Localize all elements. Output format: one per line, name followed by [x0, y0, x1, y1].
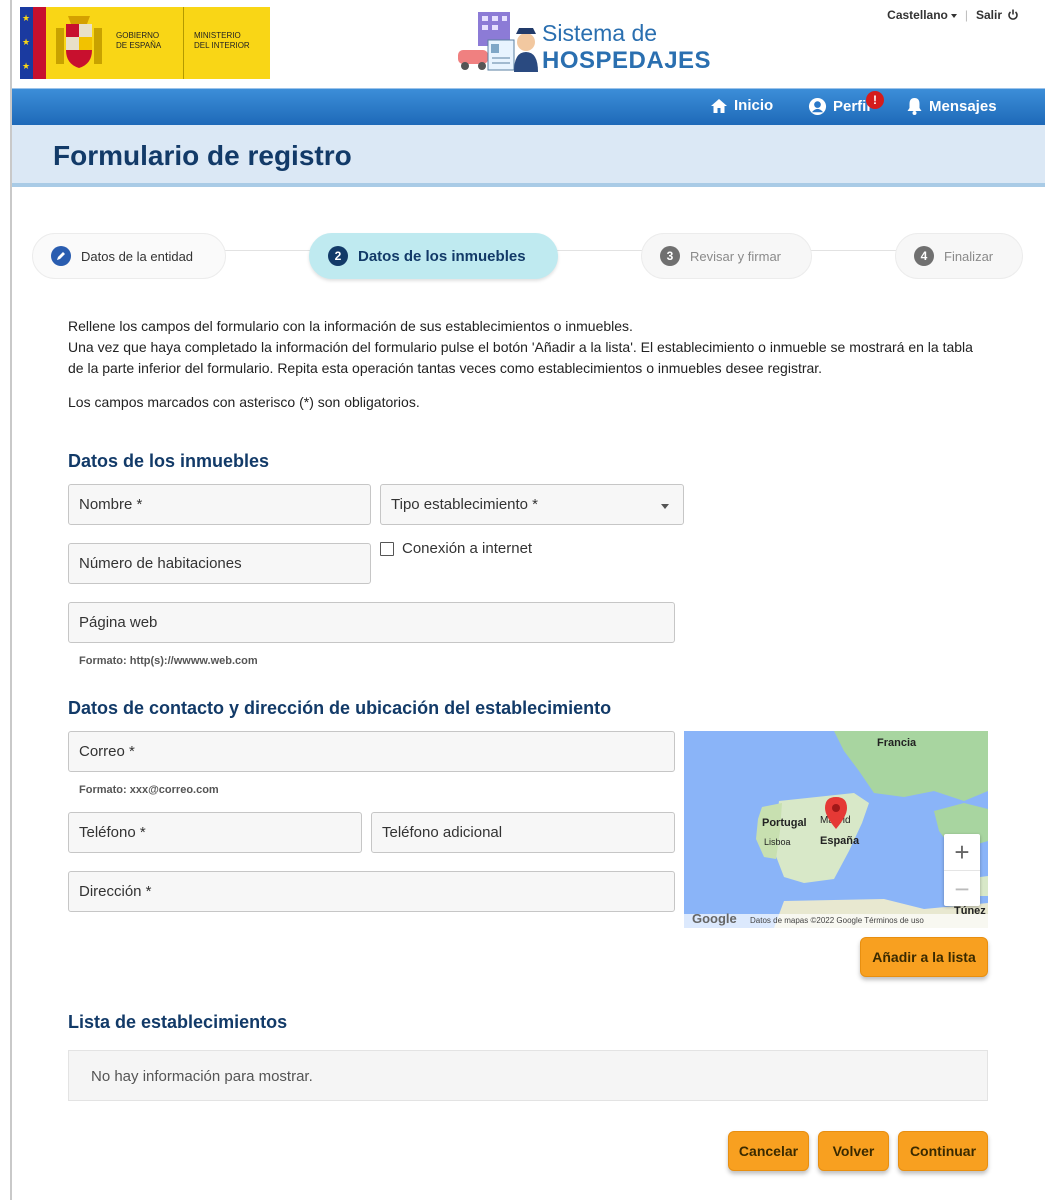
step-label: Datos de los inmuebles: [358, 247, 526, 265]
back-button[interactable]: Volver: [818, 1131, 889, 1171]
checkbox-label: Conexión a internet: [402, 540, 533, 557]
habitaciones-field[interactable]: Número de habitaciones: [68, 543, 371, 584]
map-zoom-control: + −: [944, 834, 980, 906]
power-icon: [1008, 9, 1018, 20]
step-datos-entidad[interactable]: Datos de la entidad: [32, 233, 226, 279]
section-title-inmuebles: Datos de los inmuebles: [68, 451, 270, 471]
map-label-lisboa: Lisboa: [764, 837, 791, 847]
chevron-down-icon: [661, 504, 669, 509]
step-number: 2: [328, 246, 348, 266]
required-note: Los campos marcados con asterisco (*) so…: [68, 394, 420, 410]
step-finalizar[interactable]: 4 Finalizar: [895, 233, 1023, 279]
main-nav: Inicio Perfil ! Mensajes: [12, 88, 1045, 125]
logout-link[interactable]: Salir: [976, 8, 1019, 22]
zoom-out-button[interactable]: −: [944, 870, 980, 906]
gobierno-text: GOBIERNO DE ESPAÑA: [112, 7, 184, 79]
add-to-list-button[interactable]: Añadir a la lista: [860, 937, 988, 977]
nombre-field[interactable]: Nombre *: [68, 484, 371, 525]
language-selector[interactable]: Castellano: [887, 8, 957, 22]
intro-line2: Una vez que haya completado la informaci…: [68, 339, 973, 376]
top-header: ★ ★ ★ GOBIERNO DE ESPAÑA MINISTERIO DEL …: [12, 0, 1045, 88]
nav-messages[interactable]: Mensajes: [906, 97, 997, 115]
map-land: [756, 731, 988, 928]
page-title-band: Formulario de registro: [12, 125, 1045, 187]
app-frame: ★ ★ ★ GOBIERNO DE ESPAÑA MINISTERIO DEL …: [10, 0, 1045, 1200]
zoom-in-button[interactable]: +: [944, 834, 980, 870]
pagina-web-field[interactable]: Página web: [68, 602, 675, 643]
map-label-portugal: Portugal: [762, 817, 807, 829]
map-label-francia: Francia: [877, 737, 917, 749]
coat-of-arms-icon: [46, 7, 112, 79]
step-revisar-firmar[interactable]: 3 Revisar y firmar: [641, 233, 812, 279]
step-label: Datos de la entidad: [81, 248, 194, 264]
section-title-contacto: Datos de contacto y dirección de ubicaci…: [68, 698, 612, 718]
cancel-button[interactable]: Cancelar: [728, 1131, 809, 1171]
google-logo: Google: [692, 911, 737, 926]
telefono-field[interactable]: Teléfono *: [68, 812, 362, 853]
notification-badge: !: [866, 91, 884, 109]
map-pin-icon: [825, 797, 847, 829]
step-label: Finalizar: [944, 248, 994, 264]
internet-checkbox[interactable]: Conexión a internet: [380, 540, 532, 557]
step-number: 4: [914, 246, 934, 266]
home-icon: [711, 98, 727, 113]
hospedajes-logo-icon: [458, 12, 538, 72]
top-links: Castellano | Salir: [887, 8, 1019, 22]
chevron-down-icon: [950, 13, 957, 18]
intro-text: Rellene los campos del formulario con la…: [68, 316, 988, 379]
bell-icon: [907, 98, 922, 115]
correo-field[interactable]: Correo *: [68, 731, 675, 772]
map-label-espana: España: [820, 835, 860, 847]
user-circle-icon: [808, 97, 827, 116]
ministerio-text: MINISTERIO DEL INTERIOR: [194, 31, 250, 50]
pencil-icon: [51, 246, 71, 266]
checkbox-box[interactable]: [380, 541, 394, 556]
section-title-lista: Lista de establecimientos: [68, 1012, 288, 1032]
gobierno-logo: ★ ★ ★ GOBIERNO DE ESPAÑA MINISTERIO DEL …: [20, 7, 270, 79]
brand-line1: Sistema de: [542, 20, 658, 46]
step-datos-inmuebles[interactable]: 2 Datos de los inmuebles: [309, 233, 558, 279]
direccion-field[interactable]: Dirección *: [68, 871, 675, 912]
nav-profile[interactable]: Perfil !: [808, 91, 884, 116]
establecimientos-table-empty: No hay información para mostrar.: [68, 1050, 988, 1101]
divider: |: [964, 8, 968, 22]
hospedajes-brand: Sistema de HOSPEDAJES: [450, 10, 730, 78]
correo-format-hint: Formato: xxx@correo.com: [79, 784, 219, 796]
web-format-hint: Formato: http(s)://wwww.web.com: [79, 655, 258, 667]
brand-line2: HOSPEDAJES: [542, 47, 712, 74]
telefono-adicional-field[interactable]: Teléfono adicional: [371, 812, 675, 853]
nav-home[interactable]: Inicio: [710, 97, 773, 114]
intro-line1: Rellene los campos del formulario con la…: [68, 318, 633, 334]
page-title: Formulario de registro: [53, 140, 352, 171]
location-map[interactable]: Francia Portugal Lisboa Madrid España Tú…: [684, 731, 988, 928]
step-number: 3: [660, 246, 680, 266]
continue-button[interactable]: Continuar: [898, 1131, 988, 1171]
eu-flag-icon: ★ ★ ★: [20, 7, 46, 79]
step-label: Revisar y firmar: [690, 248, 782, 264]
tipo-establecimiento-select[interactable]: Tipo establecimiento *: [380, 484, 684, 525]
